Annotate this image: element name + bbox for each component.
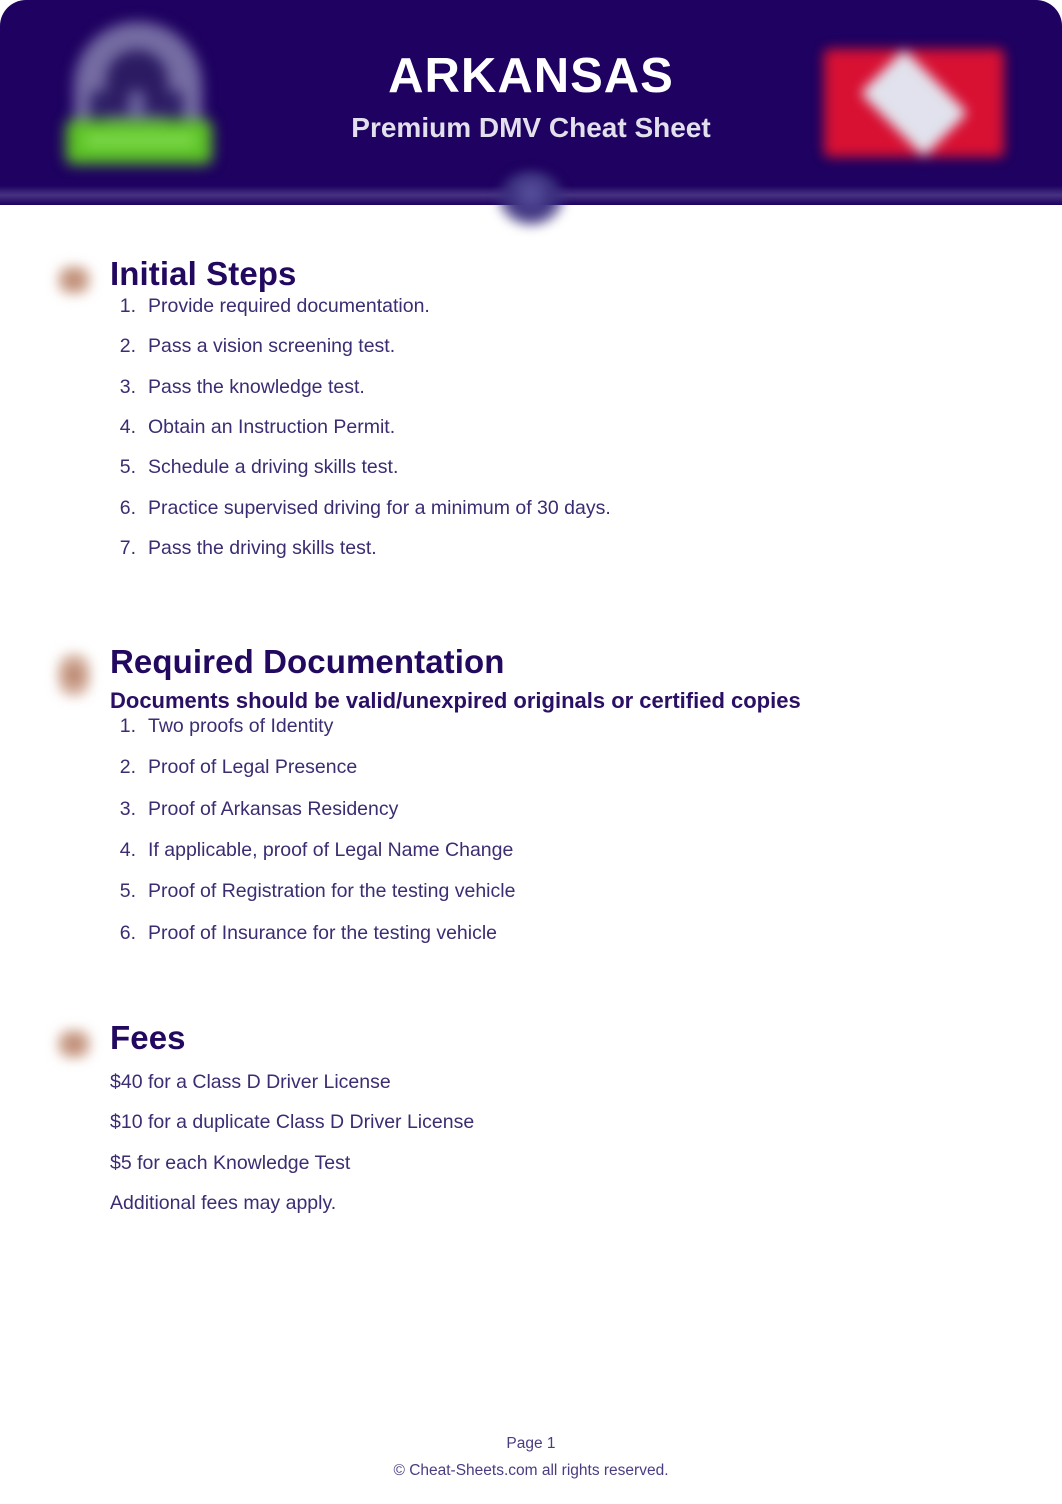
- cheat-sheet-page: ARKANSAS Premium DMV Cheat Sheet Initial…: [0, 0, 1062, 1504]
- list-item: $40 for a Class D Driver License: [110, 1071, 391, 1094]
- list-item: Provide required documentation.: [110, 294, 430, 319]
- list-item: Proof of Arkansas Residency: [110, 797, 399, 822]
- copyright-notice: © Cheat-Sheets.com all rights reserved.: [393, 1461, 669, 1479]
- list-item: $5 for each Knowledge Test: [110, 1151, 351, 1174]
- list-item: Pass the driving skills test.: [110, 536, 377, 561]
- list-item: Obtain an Instruction Permit.: [110, 415, 396, 440]
- list-item: Proof of Insurance for the testing vehic…: [110, 921, 498, 946]
- list-item: Pass the knowledge test.: [110, 375, 365, 400]
- flag-diamond-shape: [860, 49, 968, 157]
- page-footer: Page 1 © Cheat-Sheets.com all rights res…: [0, 1432, 1062, 1483]
- list-item: Two proofs of Identity: [110, 714, 334, 739]
- section-title-initial-steps: Initial Steps: [110, 255, 297, 292]
- page-number: Page 1: [506, 1434, 556, 1452]
- section-initial-steps: Initial Steps Provide required documenta…: [0, 255, 1062, 561]
- page-content: Initial Steps Provide required documenta…: [0, 205, 1062, 1216]
- section-required-documentation: Required Documentation Documents should …: [0, 643, 1062, 946]
- section-title-required-documentation: Required Documentation: [110, 642, 505, 680]
- fees-list: $40 for a Class D Driver License $10 for…: [110, 1070, 1012, 1216]
- checklist-icon: [55, 263, 93, 297]
- document-icon: [55, 650, 93, 699]
- section-fees: Fees $40 for a Class D Driver License $1…: [0, 1019, 1062, 1215]
- arkansas-flag-icon: [824, 49, 1004, 157]
- list-item: Pass a vision screening test.: [110, 334, 396, 359]
- list-item: Schedule a driving skills test.: [110, 455, 399, 480]
- initial-steps-list: Provide required documentation. Pass a v…: [110, 294, 1012, 561]
- section-subtitle-required-documentation: Documents should be valid/unexpired orig…: [110, 687, 801, 713]
- list-item: Proof of Registration for the testing ve…: [110, 879, 516, 904]
- list-item: Additional fees may apply.: [110, 1192, 337, 1215]
- list-item: Proof of Legal Presence: [110, 755, 358, 780]
- list-item: If applicable, proof of Legal Name Chang…: [110, 838, 514, 863]
- section-title-fees: Fees: [110, 1019, 186, 1057]
- list-item: Practice supervised driving for a minimu…: [110, 496, 611, 521]
- page-header: ARKANSAS Premium DMV Cheat Sheet: [0, 0, 1062, 227]
- money-icon: [55, 1027, 93, 1062]
- list-item: $10 for a duplicate Class D Driver Licen…: [110, 1111, 475, 1134]
- required-documentation-list: Two proofs of Identity Proof of Legal Pr…: [110, 714, 1012, 946]
